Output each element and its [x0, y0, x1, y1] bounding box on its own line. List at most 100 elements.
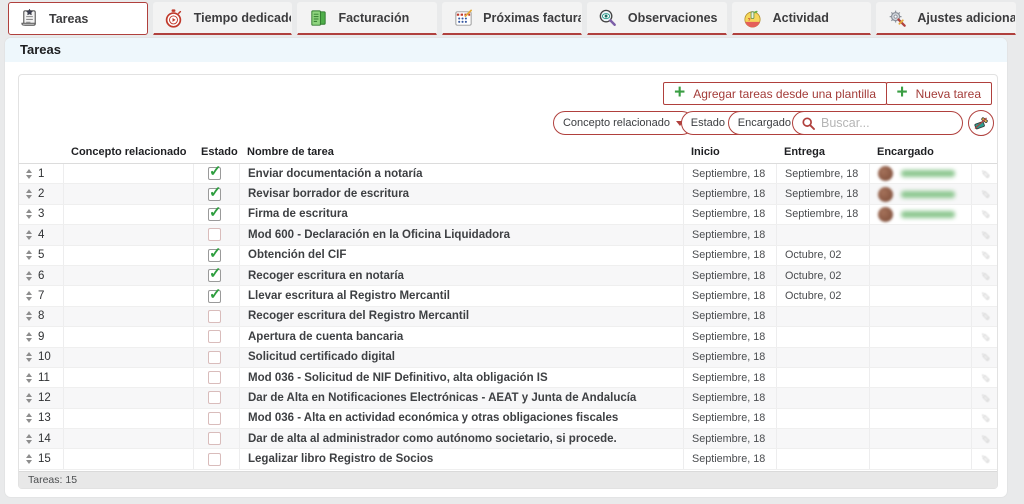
- start-date-cell: Septiembre, 18: [683, 205, 776, 224]
- tab-observaciones[interactable]: Observaciones: [587, 2, 727, 35]
- task-checkbox-unchecked[interactable]: [208, 330, 221, 343]
- drag-sort-handle[interactable]: [25, 187, 33, 201]
- tab-label: Actividad: [773, 11, 829, 25]
- row-handle-cell: 7: [19, 286, 63, 305]
- edit-pencil-icon[interactable]: ✎: [978, 434, 992, 444]
- filter-concept-dropdown[interactable]: Concepto relacionado: [553, 111, 694, 135]
- task-name: Enviar documentación a notaría: [248, 168, 422, 180]
- table-row[interactable]: 14Dar de alta al administrador como autó…: [19, 429, 997, 449]
- drag-sort-handle[interactable]: [25, 330, 33, 344]
- table-row[interactable]: 13Mod 036 - Alta en actividad económica …: [19, 409, 997, 429]
- edit-pencil-icon[interactable]: ✎: [978, 169, 992, 179]
- table-row[interactable]: 12Dar de Alta en Notificaciones Electrón…: [19, 388, 997, 408]
- drag-sort-handle[interactable]: [25, 167, 33, 181]
- drag-sort-handle[interactable]: [25, 309, 33, 323]
- table-row[interactable]: 11Mod 036 - Solicitud de NIF Definitivo,…: [19, 368, 997, 388]
- edit-pencil-icon[interactable]: ✎: [978, 332, 992, 342]
- drag-sort-handle[interactable]: [25, 207, 33, 221]
- task-checkbox-unchecked[interactable]: [208, 228, 221, 241]
- edit-pencil-icon[interactable]: ✎: [978, 209, 992, 219]
- concept-cell: [63, 266, 193, 285]
- edit-cell: ✎: [971, 449, 997, 468]
- tab-proximas-facturas[interactable]: Próximas facturas: [442, 2, 582, 35]
- table-row[interactable]: 9Apertura de cuenta bancariaSeptiembre, …: [19, 327, 997, 347]
- edit-pencil-icon[interactable]: ✎: [978, 413, 992, 423]
- drag-sort-handle[interactable]: [25, 269, 33, 283]
- task-checkbox-checked[interactable]: [208, 188, 221, 201]
- status-cell: [193, 327, 239, 346]
- edit-cell: ✎: [971, 388, 997, 407]
- tab-actividad[interactable]: ?Actividad: [732, 2, 872, 35]
- row-handle-cell: 2: [19, 184, 63, 203]
- page-title: Tareas: [5, 38, 1007, 62]
- row-number: 7: [38, 290, 44, 302]
- search-input[interactable]: [821, 116, 953, 130]
- task-checkbox-unchecked[interactable]: [208, 432, 221, 445]
- concept-cell: [63, 307, 193, 326]
- drag-sort-handle[interactable]: [25, 432, 33, 446]
- task-checkbox-checked[interactable]: [208, 167, 221, 180]
- tab-label: Tiempo dedicado: [194, 11, 293, 25]
- concept-cell: [63, 246, 193, 265]
- task-checkbox-unchecked[interactable]: [208, 310, 221, 323]
- edit-pencil-icon[interactable]: ✎: [978, 373, 992, 383]
- task-name: Llevar escritura al Registro Mercantil: [248, 290, 450, 302]
- edit-pencil-icon[interactable]: ✎: [978, 230, 992, 240]
- drag-sort-handle[interactable]: [25, 248, 33, 262]
- table-row[interactable]: 10Solicitud certificado digitalSeptiembr…: [19, 348, 997, 368]
- drag-sort-handle[interactable]: [25, 452, 33, 466]
- clear-filters-icon[interactable]: [968, 110, 994, 136]
- add-tasks-from-template-button[interactable]: + Agregar tareas desde una plantilla: [663, 82, 887, 105]
- status-cell: [193, 266, 239, 285]
- task-name: Obtención del CIF: [248, 249, 346, 261]
- controls-bar: + Agregar tareas desde una plantilla + N…: [19, 75, 997, 141]
- drag-sort-handle[interactable]: [25, 371, 33, 385]
- tab-tareas[interactable]: Tareas: [8, 2, 148, 35]
- edit-cell: ✎: [971, 429, 997, 448]
- drag-sort-handle[interactable]: [25, 350, 33, 364]
- edit-pencil-icon[interactable]: ✎: [978, 271, 992, 281]
- drag-sort-handle[interactable]: [25, 228, 33, 242]
- table-row[interactable]: 6Recoger escritura en notaríaSeptiembre,…: [19, 266, 997, 286]
- status-cell: [193, 246, 239, 265]
- plus-icon: +: [674, 83, 685, 102]
- edit-pencil-icon[interactable]: ✎: [978, 291, 992, 301]
- tab-facturacion[interactable]: Facturación: [297, 2, 437, 35]
- task-checkbox-unchecked[interactable]: [208, 412, 221, 425]
- concept-cell: [63, 225, 193, 244]
- task-checkbox-unchecked[interactable]: [208, 351, 221, 364]
- drag-sort-handle[interactable]: [25, 411, 33, 425]
- table-row[interactable]: 3Firma de escrituraSeptiembre, 18Septiem…: [19, 205, 997, 225]
- task-checkbox-unchecked[interactable]: [208, 371, 221, 384]
- drag-sort-handle[interactable]: [25, 391, 33, 405]
- table-row[interactable]: 2Revisar borrador de escrituraSeptiembre…: [19, 184, 997, 204]
- table-row[interactable]: 7Llevar escritura al Registro MercantilS…: [19, 286, 997, 306]
- due-date-cell: Octubre, 02: [776, 286, 869, 305]
- task-checkbox-checked[interactable]: [208, 249, 221, 262]
- start-date-cell: Septiembre, 18: [683, 307, 776, 326]
- table-row[interactable]: 1Enviar documentación a notaríaSeptiembr…: [19, 164, 997, 184]
- row-handle-cell: 14: [19, 429, 63, 448]
- task-checkbox-checked[interactable]: [208, 208, 221, 221]
- edit-pencil-icon[interactable]: ✎: [978, 250, 992, 260]
- drag-sort-handle[interactable]: [25, 289, 33, 303]
- table-row[interactable]: 5Obtención del CIFSeptiembre, 18Octubre,…: [19, 246, 997, 266]
- task-checkbox-checked[interactable]: [208, 290, 221, 303]
- tab-ajustes-adicionales[interactable]: Ajustes adicionales: [876, 2, 1016, 35]
- edit-pencil-icon[interactable]: ✎: [978, 454, 992, 464]
- task-checkbox-unchecked[interactable]: [208, 453, 221, 466]
- table-row[interactable]: 15Legalizar libro Registro de SociosSept…: [19, 449, 997, 469]
- edit-pencil-icon[interactable]: ✎: [978, 311, 992, 321]
- table-row[interactable]: 4Mod 600 - Declaración en la Oficina Liq…: [19, 225, 997, 245]
- task-checkbox-checked[interactable]: [208, 269, 221, 282]
- edit-pencil-icon[interactable]: ✎: [978, 393, 992, 403]
- new-task-button[interactable]: + Nueva tarea: [886, 82, 992, 105]
- new-task-label: Nueva tarea: [916, 87, 981, 101]
- edit-pencil-icon[interactable]: ✎: [978, 352, 992, 362]
- table-row[interactable]: 8Recoger escritura del Registro Mercanti…: [19, 307, 997, 327]
- task-name: Legalizar libro Registro de Socios: [248, 453, 433, 465]
- task-checkbox-unchecked[interactable]: [208, 391, 221, 404]
- tab-tiempo-dedicado[interactable]: Tiempo dedicado: [153, 2, 293, 35]
- concept-cell: [63, 368, 193, 387]
- edit-pencil-icon[interactable]: ✎: [978, 189, 992, 199]
